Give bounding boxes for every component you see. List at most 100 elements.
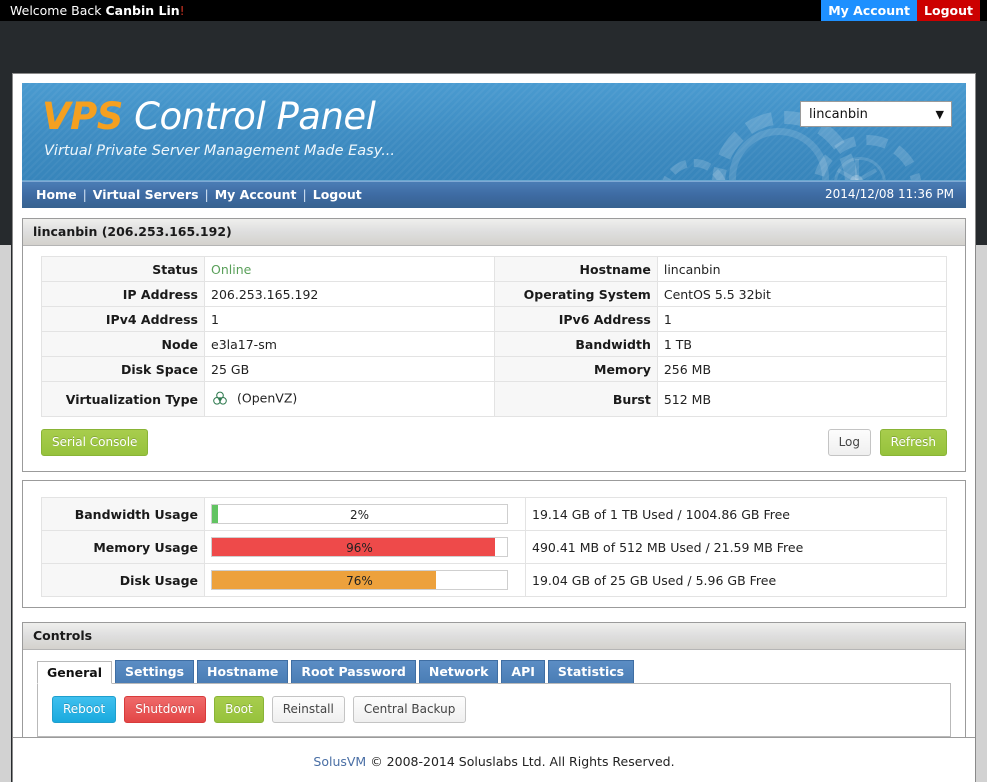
serial-console-button[interactable]: Serial Console xyxy=(41,429,149,456)
usage-table: Bandwidth Usage 2% 19.14 GB of 1 TB Used… xyxy=(41,497,947,597)
nav-separator: | xyxy=(302,187,307,202)
table-row: Bandwidth Usage 2% 19.14 GB of 1 TB Used… xyxy=(41,497,947,531)
controls-panel: Controls General Settings Hostname Root Pas… xyxy=(22,622,966,752)
status-badge: Online xyxy=(204,256,495,282)
server-select-dropdown[interactable]: lincanbin ▼ xyxy=(800,101,952,127)
logo-rest-text: Control Panel xyxy=(122,95,376,138)
server-info-table: Status Online Hostname lincanbin IP Addr… xyxy=(41,256,948,417)
controls-title: Controls xyxy=(23,623,965,650)
nav-item-home[interactable]: Home xyxy=(36,187,77,202)
table-row: Status Online Hostname lincanbin xyxy=(41,256,948,282)
page-scrollbar[interactable] xyxy=(976,245,987,782)
tab-network[interactable]: Network xyxy=(418,660,499,683)
openvz-icon xyxy=(213,391,227,405)
usage-detail: 19.14 GB of 1 TB Used / 1004.86 GB Free xyxy=(525,497,947,531)
server-info-title: lincanbin (206.253.165.192) xyxy=(23,219,965,246)
usage-bar-cell: 76% xyxy=(204,563,526,597)
table-row: Node e3la17-sm Bandwidth 1 TB xyxy=(41,331,948,357)
usage-panel: Bandwidth Usage 2% 19.14 GB of 1 TB Used… xyxy=(22,480,966,608)
info-value: 1 TB xyxy=(656,331,948,357)
top-logout-button[interactable]: Logout xyxy=(917,0,980,21)
nav-separator: | xyxy=(82,187,87,202)
info-value: 206.253.165.192 xyxy=(204,281,495,307)
disk-progress-bar: 76% xyxy=(211,570,508,590)
info-value: 1 xyxy=(204,306,495,332)
welcome-message: Welcome Back Canbin Lin! xyxy=(10,3,185,18)
tab-general[interactable]: General xyxy=(37,661,112,684)
info-value: 512 MB xyxy=(656,381,948,417)
usage-label: Memory Usage xyxy=(41,530,205,564)
info-value: CentOS 5.5 32bit xyxy=(656,281,948,307)
info-value: lincanbin xyxy=(656,256,948,282)
info-label: Memory xyxy=(493,356,658,382)
table-row: Disk Usage 76% 19.04 GB of 25 GB Used / … xyxy=(41,563,947,597)
welcome-prefix: Welcome Back xyxy=(10,3,106,18)
reboot-button[interactable]: Reboot xyxy=(52,696,117,723)
info-label: Node xyxy=(41,331,205,357)
server-action-buttons: Serial Console Log Refresh xyxy=(41,429,947,459)
page-container: VPS Control Panel Virtual Private Server… xyxy=(12,73,976,782)
info-label: IPv4 Address xyxy=(41,306,205,332)
info-label: Status xyxy=(41,256,205,282)
refresh-button[interactable]: Refresh xyxy=(879,429,947,456)
usage-bar-cell: 96% xyxy=(204,530,526,564)
usage-body: Bandwidth Usage 2% 19.14 GB of 1 TB Used… xyxy=(23,481,965,607)
page-footer: SolusVM © 2008-2014 Soluslabs Ltd. All R… xyxy=(13,737,975,782)
table-row: Memory Usage 96% 490.41 MB of 512 MB Use… xyxy=(41,530,947,564)
nav-item-virtual-servers[interactable]: Virtual Servers xyxy=(93,187,199,202)
tab-api[interactable]: API xyxy=(501,660,545,683)
controls-tabpanel-general: Reboot Shutdown Boot Reinstall Central Backu… xyxy=(37,684,951,737)
info-label: IP Address xyxy=(41,281,205,307)
table-row: Disk Space 25 GB Memory 256 MB xyxy=(41,356,948,382)
chevron-down-icon: ▼ xyxy=(935,108,944,121)
left-page-gutter xyxy=(0,245,11,782)
logo-accent-text: VPS xyxy=(42,95,123,138)
central-backup-button[interactable]: Central Backup xyxy=(352,696,467,723)
app-tagline: Virtual Private Server Management Made E… xyxy=(44,143,396,159)
server-select-value: lincanbin xyxy=(809,107,868,122)
usage-detail: 19.04 GB of 25 GB Used / 5.96 GB Free xyxy=(525,563,947,597)
info-label: Disk Space xyxy=(41,356,205,382)
controls-tabstrip: General Settings Hostname Root Password Netw… xyxy=(37,660,951,684)
info-label: Virtualization Type xyxy=(41,381,205,417)
info-label: Operating System xyxy=(493,281,658,307)
info-label: Hostname xyxy=(493,256,658,282)
tab-settings[interactable]: Settings xyxy=(115,660,195,683)
usage-label: Bandwidth Usage xyxy=(41,497,205,531)
nav-item-my-account[interactable]: My Account xyxy=(215,187,297,202)
boot-button[interactable]: Boot xyxy=(214,696,264,723)
nav-separator: | xyxy=(204,187,209,202)
info-label: Bandwidth xyxy=(493,331,658,357)
usage-label: Disk Usage xyxy=(41,563,205,597)
progress-percent-label: 2% xyxy=(349,508,370,522)
progress-percent-label: 76% xyxy=(346,574,373,588)
reinstall-button[interactable]: Reinstall xyxy=(271,696,345,723)
top-utility-bar: Welcome Back Canbin Lin! My Account Logo… xyxy=(0,0,987,21)
tab-root-password[interactable]: Root Password xyxy=(291,660,416,683)
server-info-body: Status Online Hostname lincanbin IP Addr… xyxy=(23,246,965,471)
virtualization-type-label: (OpenVZ) xyxy=(237,390,298,406)
usage-bar-cell: 2% xyxy=(204,497,526,531)
controls-body: General Settings Hostname Root Password Netw… xyxy=(23,650,965,751)
bandwidth-progress-bar: 2% xyxy=(211,504,508,524)
table-row: Virtualization Type (OpenVZ) Burst 512 M… xyxy=(41,381,948,417)
footer-copyright: © 2008-2014 Soluslabs Ltd. All Rights Re… xyxy=(366,754,675,769)
shutdown-button[interactable]: Shutdown xyxy=(124,696,207,723)
info-value: 1 xyxy=(656,306,948,332)
welcome-username: Canbin Lin xyxy=(105,3,180,18)
nav-item-logout[interactable]: Logout xyxy=(313,187,362,202)
app-logo: VPS Control Panel xyxy=(42,95,376,138)
server-info-panel: lincanbin (206.253.165.192) Status Onlin… xyxy=(22,218,966,472)
tab-statistics[interactable]: Statistics xyxy=(547,660,635,683)
current-datetime: 2014/12/08 11:36 PM xyxy=(825,187,954,201)
info-value: 256 MB xyxy=(656,356,948,382)
tab-hostname[interactable]: Hostname xyxy=(197,660,289,683)
table-row: IPv4 Address 1 IPv6 Address 1 xyxy=(41,306,948,332)
info-label: Burst xyxy=(493,381,658,417)
table-row: IP Address 206.253.165.192 Operating Sys… xyxy=(41,281,948,307)
log-button[interactable]: Log xyxy=(827,429,871,456)
progress-percent-label: 96% xyxy=(346,541,373,555)
virtualization-type-value: (OpenVZ) xyxy=(204,381,495,417)
top-my-account-button[interactable]: My Account xyxy=(821,0,917,21)
info-value: 25 GB xyxy=(204,356,495,382)
